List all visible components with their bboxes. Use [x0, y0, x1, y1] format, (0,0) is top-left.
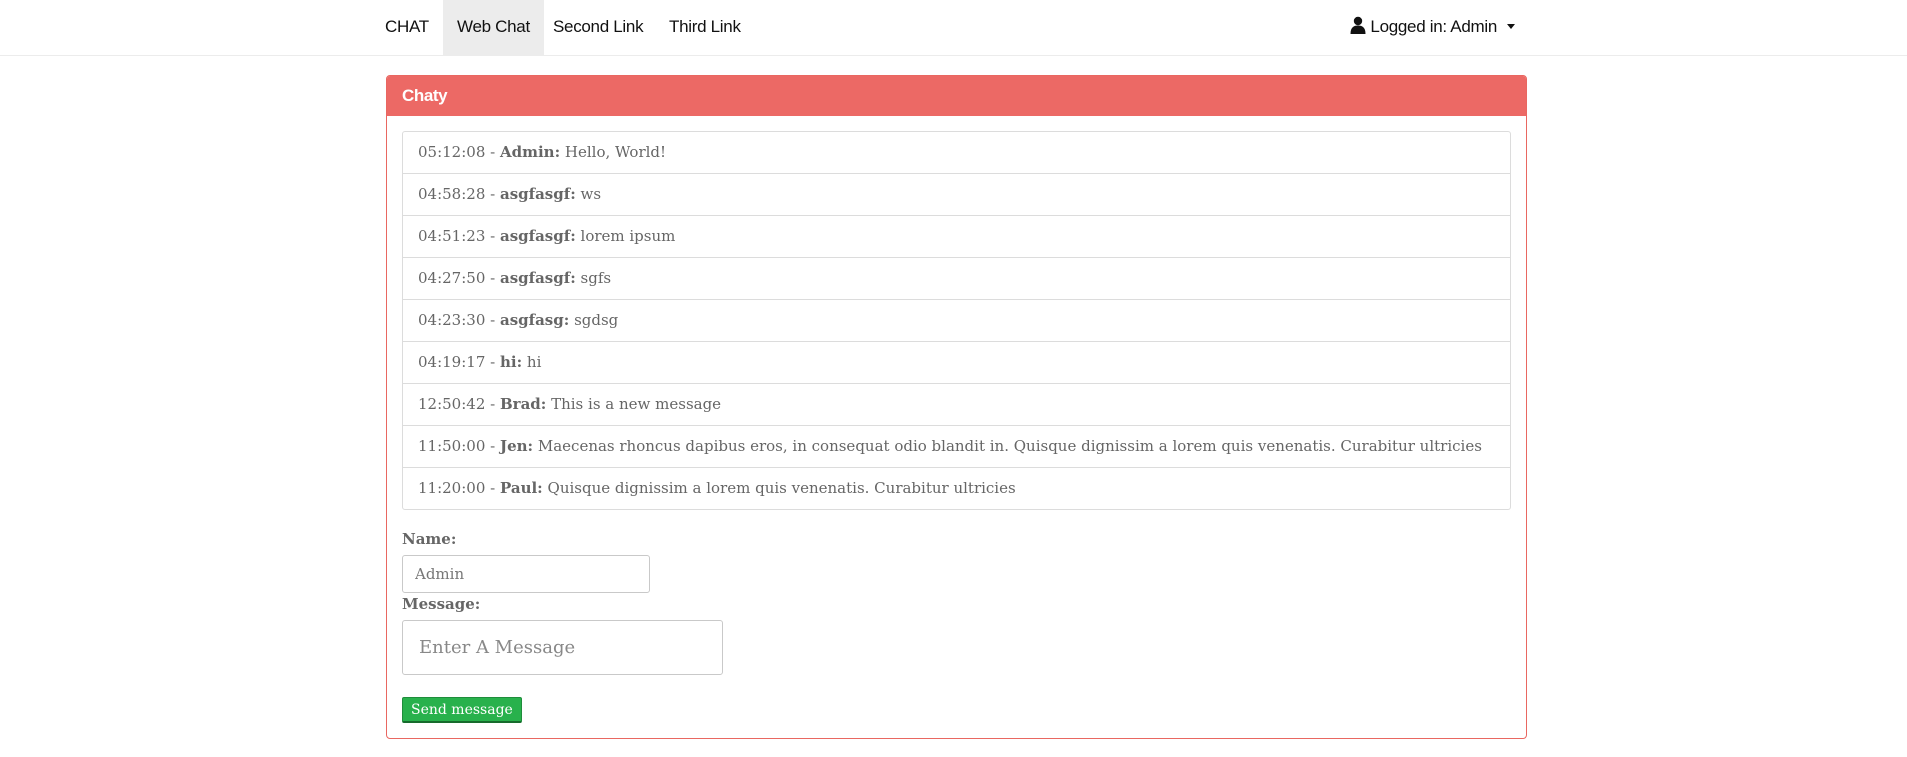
chat-message: 04:19:17 - hi: hi: [403, 341, 1510, 383]
message-text: hi: [526, 353, 542, 371]
message-text: lorem ipsum: [580, 227, 676, 245]
message-time: 12:50:42: [418, 395, 486, 413]
user-dropdown-toggle[interactable]: Logged in: Admin: [1350, 0, 1527, 55]
chat-message: 04:51:23 - asgfasgf: lorem ipsum: [403, 215, 1510, 257]
chat-message: 11:20:00 - Paul: Quisque dignissim a lor…: [403, 467, 1510, 509]
top-navbar: CHAT Web Chat Second Link Third Link Log…: [0, 0, 1907, 56]
message-text: Quisque dignissim a lorem quis venenatis…: [547, 479, 1016, 497]
message-user: hi:: [499, 353, 523, 371]
message-label: Message:: [402, 595, 481, 613]
nav-link-third[interactable]: Third Link: [655, 0, 755, 55]
message-text: This is a new message: [551, 395, 722, 413]
name-label: Name:: [402, 530, 457, 548]
nav-link-second[interactable]: Second Link: [539, 0, 657, 55]
message-time: 05:12:08: [418, 143, 486, 161]
message-time: 04:23:30: [418, 311, 486, 329]
message-time: 04:19:17: [418, 353, 486, 371]
brand-link[interactable]: CHAT: [385, 0, 429, 55]
message-input[interactable]: [402, 620, 723, 675]
user-label: Logged in: Admin: [1370, 17, 1497, 36]
chat-panel: Chaty 05:12:08 - Admin: Hello, World! 04…: [386, 75, 1527, 739]
chat-message: 12:50:42 - Brad: This is a new message: [403, 383, 1510, 425]
message-time: 11:20:00: [418, 479, 486, 497]
message-user: Brad:: [499, 395, 547, 413]
chat-message: 11:50:00 - Jen: Maecenas rhoncus dapibus…: [403, 425, 1510, 467]
message-user: asgfasg:: [499, 311, 570, 329]
message-user: asgfasgf:: [499, 185, 576, 203]
caret-down-icon: [1507, 24, 1515, 29]
message-text: Hello, World!: [564, 143, 667, 161]
send-message-button[interactable]: Send message: [402, 697, 522, 723]
chat-message: 04:27:50 - asgfasgf: sgfs: [403, 257, 1510, 299]
message-text: sgdsg: [574, 311, 619, 329]
nav-link-web-chat[interactable]: Web Chat: [443, 0, 544, 55]
message-user: asgfasgf:: [499, 227, 576, 245]
message-time: 04:51:23: [418, 227, 486, 245]
name-input[interactable]: [402, 555, 650, 593]
message-time: 04:58:28: [418, 185, 486, 203]
chat-message: 04:58:28 - asgfasgf: ws: [403, 173, 1510, 215]
chat-message: 04:23:30 - asgfasg: sgdsg: [403, 299, 1510, 341]
message-time: 11:50:00: [418, 437, 486, 455]
message-user: Admin:: [499, 143, 561, 161]
message-user: Jen:: [499, 437, 534, 455]
message-time: 04:27:50: [418, 269, 486, 287]
message-text: sgfs: [580, 269, 612, 287]
chat-message: 05:12:08 - Admin: Hello, World!: [418, 143, 667, 161]
navbar-container: CHAT Web Chat Second Link Third Link Log…: [372, 0, 1527, 55]
chat-message-list: 05:12:08 - Admin: Hello, World! 04:58:28…: [402, 131, 1511, 510]
message-user: asgfasgf:: [499, 269, 576, 287]
panel-title: Chaty: [387, 76, 1526, 116]
message-text: Maecenas rhoncus dapibus eros, in conseq…: [537, 437, 1482, 455]
message-user: Paul:: [499, 479, 543, 497]
message-text: ws: [580, 185, 602, 203]
user-icon: [1350, 2, 1366, 34]
